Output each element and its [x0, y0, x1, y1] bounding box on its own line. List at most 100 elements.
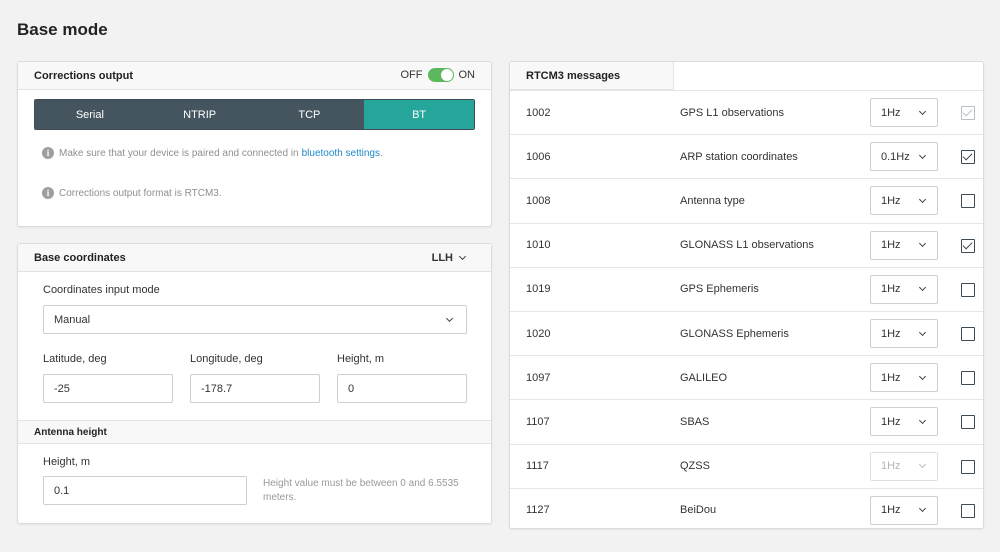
latitude-value: -25 [54, 382, 70, 395]
message-code: 1107 [526, 415, 550, 428]
message-rate-value: 1Hz [881, 194, 901, 207]
latitude-input[interactable]: -25 [43, 374, 173, 403]
message-rate-value: 1Hz [881, 415, 901, 428]
chevron-down-icon [918, 505, 927, 513]
base-coordinates-header: Base coordinates LLH [18, 244, 491, 272]
message-code: 1127 [526, 504, 550, 517]
message-code: 1097 [526, 371, 551, 384]
message-enable-checkbox[interactable] [961, 282, 975, 297]
message-enable-checkbox[interactable] [961, 327, 975, 341]
message-rate-select[interactable]: 1Hz [870, 407, 938, 437]
rtcm3-message-row: 1006 ARP station coordinates 0.1Hz [510, 134, 983, 178]
message-rate-select[interactable]: 1Hz [870, 186, 938, 216]
input-mode-label: Coordinates input mode [43, 284, 160, 296]
bluetooth-info-text: Make sure that your device is paired and… [59, 147, 299, 159]
rtcm3-message-row: 1097 GALILEO 1Hz [510, 355, 983, 399]
chevron-down-icon [445, 314, 454, 322]
message-enable-checkbox[interactable] [961, 459, 975, 474]
message-name: QZSS [680, 460, 710, 473]
toggle-on-label: ON [458, 69, 476, 81]
message-name: ARP station coordinates [680, 150, 798, 163]
message-code: 1010 [526, 239, 551, 252]
corrections-output-toggle[interactable] [427, 68, 454, 82]
input-mode-value: Manual [54, 313, 91, 326]
antenna-height-value: 0.1 [54, 484, 70, 497]
page-title: Base mode [17, 20, 108, 39]
antenna-height-title: Antenna height [34, 426, 107, 438]
chevron-down-icon [918, 240, 927, 248]
chevron-down-icon [918, 372, 927, 380]
message-code: 1117 [526, 460, 549, 473]
rtcm3-messages-card: RTCM3 messages 1002 GPS L1 observations 1H… [509, 61, 984, 529]
corrections-output-card: Corrections output OFF ON Serial NTRIP T… [17, 61, 492, 227]
message-rate-value: 1Hz [881, 106, 901, 119]
chevron-down-icon [918, 328, 927, 336]
longitude-input[interactable]: -178.7 [190, 374, 320, 403]
chevron-down-icon [918, 107, 927, 115]
rtcm3-message-row: 1019 GPS Ephemeris 1Hz [510, 266, 983, 311]
chevron-down-icon [918, 284, 927, 292]
message-rate-value: 1Hz [881, 283, 901, 296]
info-icon: i [42, 187, 54, 199]
chevron-down-icon [918, 461, 927, 469]
message-rate-value: 1Hz [881, 460, 901, 473]
message-name: GLONASS Ephemeris [680, 327, 789, 340]
toggle-off-label: OFF [400, 69, 423, 81]
message-rate-select[interactable]: 0.1Hz [870, 142, 938, 172]
bluetooth-info-end: . [379, 147, 383, 159]
chevron-down-icon [918, 151, 927, 159]
antenna-height-input[interactable]: 0.1 [43, 476, 247, 505]
message-rate-select[interactable]: 1Hz [870, 98, 938, 127]
message-enable-checkbox[interactable] [961, 371, 975, 386]
rtcm3-messages-title: RTCM3 messages [526, 69, 621, 82]
height-value: 0 [348, 382, 355, 395]
message-rate-select: 1Hz [870, 451, 938, 481]
message-code: 1020 [526, 327, 551, 340]
height-label: Height, m [337, 353, 385, 365]
corrections-output-title: Corrections output [34, 69, 133, 82]
message-rate-value: 0.1Hz [881, 150, 910, 163]
message-enable-checkbox[interactable] [961, 238, 975, 253]
message-rate-value: 1Hz [881, 327, 901, 340]
chevron-down-icon [918, 416, 927, 424]
rtcm3-message-row: 1010 GLONASS L1 observations 1Hz [510, 222, 983, 267]
corrections-output-header: Corrections output OFF ON [18, 62, 491, 90]
message-rate-select[interactable]: 1Hz [870, 495, 938, 525]
message-name: GPS Ephemeris [680, 283, 759, 296]
base-coordinates-title: Base coordinates [34, 251, 126, 264]
output-type-tabs: Serial NTRIP TCP BT [34, 99, 475, 130]
message-name: SBAS [680, 415, 710, 428]
coordinate-format-value: LLH [431, 252, 453, 264]
message-rate-value: 1Hz [881, 504, 901, 517]
message-enable-checkbox[interactable] [961, 150, 975, 165]
message-code: 1019 [526, 283, 551, 296]
message-enable-checkbox[interactable] [961, 194, 975, 209]
chevron-down-icon [918, 195, 927, 203]
tab-tcp[interactable]: TCP [254, 100, 365, 129]
height-input[interactable]: 0 [337, 374, 467, 403]
message-rate-select[interactable]: 1Hz [870, 319, 938, 348]
chevron-down-icon [458, 252, 467, 261]
message-rate-select[interactable]: 1Hz [870, 230, 938, 260]
toggle-knob [440, 69, 453, 81]
rtcm3-message-row: 1002 GPS L1 observations 1Hz [510, 90, 983, 134]
rtcm3-messages-header: RTCM3 messages [510, 62, 674, 90]
message-rate-value: 1Hz [881, 371, 901, 384]
tab-serial[interactable]: Serial [35, 100, 145, 129]
message-rate-select[interactable]: 1Hz [870, 363, 938, 393]
message-name: GPS L1 observations [680, 106, 784, 119]
tab-ntrip[interactable]: NTRIP [144, 100, 255, 129]
rtcm3-message-row: 1008 Antenna type 1Hz [510, 178, 983, 222]
antenna-height-header: Antenna height [18, 420, 491, 444]
tab-bt[interactable]: BT [364, 100, 474, 129]
input-mode-select[interactable]: Manual [43, 305, 467, 334]
bluetooth-settings-link[interactable]: bluetooth settings [302, 148, 380, 159]
message-enable-checkbox[interactable] [961, 503, 975, 518]
antenna-height-hint: Height value must be between 0 and 6.553… [263, 478, 459, 503]
longitude-label: Longitude, deg [190, 353, 263, 365]
message-rate-select[interactable]: 1Hz [870, 274, 938, 304]
rtcm3-message-row: 1117 QZSS 1Hz [510, 443, 983, 488]
message-enable-checkbox[interactable] [961, 415, 975, 430]
coordinate-format-dropdown[interactable]: LLH [431, 252, 467, 264]
format-info-text: Corrections output format is RTCM3. [59, 187, 222, 199]
